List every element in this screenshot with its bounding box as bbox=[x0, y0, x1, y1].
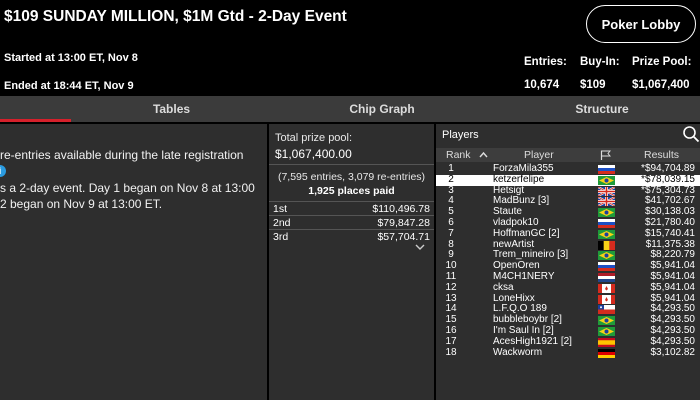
tournament-header: $109 SUNDAY MILLION, $1M Gtd - 2-Day Eve… bbox=[0, 0, 700, 96]
brazil-flag-icon bbox=[598, 229, 615, 239]
player-name: HoffmanGC [2] bbox=[493, 227, 560, 239]
russia-flag-icon bbox=[598, 262, 615, 272]
description-line: s a 2-day event. Day 1 began on Nov 8 at… bbox=[0, 181, 255, 195]
divider bbox=[269, 164, 434, 165]
player-rank: 2 bbox=[448, 173, 454, 185]
player-rank: 12 bbox=[445, 281, 457, 293]
entries-value: 10,674 bbox=[524, 79, 560, 91]
buyin-label: Buy-In: bbox=[580, 56, 620, 68]
entries-detail: (7,595 entries, 3,079 re-entries) bbox=[277, 171, 426, 183]
brazil-flag-icon bbox=[598, 316, 615, 326]
player-name: AcesHigh1921 [2] bbox=[493, 335, 572, 347]
belgium-flag-icon bbox=[598, 240, 615, 250]
chile-flag-icon bbox=[598, 305, 615, 315]
player-name: ketzerfelipe bbox=[493, 173, 545, 185]
search-icon[interactable] bbox=[682, 125, 700, 143]
players-panel: Players Rank Player Results 1 ForzaMila35… bbox=[436, 124, 700, 400]
payout-row: 3rd $57,704.71 bbox=[269, 229, 434, 243]
russia-flag-icon bbox=[598, 165, 615, 174]
brazil-flag-icon bbox=[598, 251, 615, 261]
end-time: Ended at 18:44 ET, Nov 9 bbox=[4, 80, 134, 92]
player-column-header[interactable]: Player bbox=[524, 149, 554, 161]
player-name: cksa bbox=[493, 281, 514, 293]
description-line: 2 began on Nov 9 at 13:00 ET. bbox=[0, 197, 163, 211]
sort-ascending-icon[interactable] bbox=[479, 151, 488, 158]
start-time: Started at 13:00 ET, Nov 8 bbox=[4, 52, 138, 64]
player-row[interactable]: 17 AcesHigh1921 [2] $4,293.50 bbox=[436, 335, 700, 348]
flag-column-icon[interactable] bbox=[600, 150, 611, 160]
player-row[interactable]: 12 cksa $5,941.04 bbox=[436, 281, 700, 294]
player-rank: 17 bbox=[445, 335, 457, 347]
player-name: Wackworm bbox=[493, 346, 543, 358]
places-paid: 1,925 places paid bbox=[308, 185, 395, 197]
tab-chip-graph[interactable]: Chip Graph bbox=[256, 96, 508, 122]
prize-panel: Total prize pool: $1,067,400.00 (7,595 e… bbox=[269, 124, 434, 400]
total-prize-value: $1,067,400.00 bbox=[275, 147, 352, 161]
entries-label: Entries: bbox=[524, 56, 567, 68]
rank-column-header[interactable]: Rank bbox=[446, 149, 471, 161]
players-list: 1 ForzaMila355 *$94,704.89 2 ketzerfelipe *$7… bbox=[436, 163, 700, 359]
payout-place: 2nd bbox=[273, 217, 291, 229]
spain-flag-icon bbox=[598, 337, 615, 347]
player-row[interactable]: 2 ketzerfelipe *$78,039.15 bbox=[436, 173, 700, 186]
players-title: Players bbox=[442, 129, 479, 141]
brazil-flag-icon bbox=[598, 175, 615, 185]
player-result: $15,740.41 bbox=[644, 227, 695, 239]
players-table-header: Rank Player Results bbox=[436, 148, 700, 162]
netherlands-flag-icon bbox=[598, 272, 615, 282]
canada-flag-icon bbox=[598, 283, 615, 293]
tab-bar: Tables Chip Graph Structure bbox=[0, 96, 700, 122]
canada-flag-icon bbox=[598, 294, 615, 304]
payout-row: 1st $110,496.78 bbox=[269, 201, 434, 215]
tournament-description-panel: re-entries available during the late reg… bbox=[0, 124, 267, 400]
uk-flag-icon bbox=[598, 197, 615, 207]
info-icon[interactable]: i bbox=[0, 165, 6, 177]
payout-place: 3rd bbox=[273, 231, 289, 243]
russia-flag-icon bbox=[598, 218, 615, 228]
prize-pool-label: Prize Pool: bbox=[632, 56, 692, 68]
brazil-flag-icon bbox=[598, 326, 615, 336]
player-row[interactable]: 7 HoffmanGC [2] $15,740.41 bbox=[436, 227, 700, 240]
payout-amount: $110,496.78 bbox=[372, 203, 430, 215]
player-result: *$78,039.15 bbox=[641, 173, 695, 185]
brazil-flag-icon bbox=[598, 208, 615, 218]
active-tab-indicator bbox=[0, 119, 71, 122]
payout-place: 1st bbox=[273, 203, 288, 215]
player-result: $3,102.82 bbox=[650, 346, 696, 358]
results-column-header[interactable]: Results bbox=[644, 149, 679, 161]
description-line: re-entries available during the late reg… bbox=[0, 148, 244, 162]
payout-row: 2nd $79,847.28 bbox=[269, 215, 434, 229]
player-rank: 18 bbox=[445, 346, 457, 358]
player-result: $5,941.04 bbox=[650, 281, 696, 293]
total-prize-label: Total prize pool: bbox=[275, 132, 353, 144]
germany-flag-icon bbox=[598, 348, 615, 358]
poker-lobby-button[interactable]: Poker Lobby bbox=[586, 5, 696, 43]
chevron-down-icon[interactable] bbox=[415, 243, 425, 251]
payout-amount: $57,704.71 bbox=[377, 231, 430, 243]
buyin-value: $109 bbox=[580, 79, 606, 91]
player-rank: 7 bbox=[448, 227, 454, 239]
payout-amount: $79,847.28 bbox=[377, 217, 430, 229]
player-row[interactable]: 18 Wackworm $3,102.82 bbox=[436, 346, 700, 359]
uk-flag-icon bbox=[598, 186, 615, 196]
prize-pool-value: $1,067,400 bbox=[632, 79, 690, 91]
payout-list: 1st $110,496.78 2nd $79,847.28 3rd $57,7… bbox=[269, 201, 434, 243]
tab-structure[interactable]: Structure bbox=[500, 96, 700, 122]
tournament-title: $109 SUNDAY MILLION, $1M Gtd - 2-Day Eve… bbox=[4, 8, 347, 25]
player-result: $4,293.50 bbox=[650, 335, 696, 347]
